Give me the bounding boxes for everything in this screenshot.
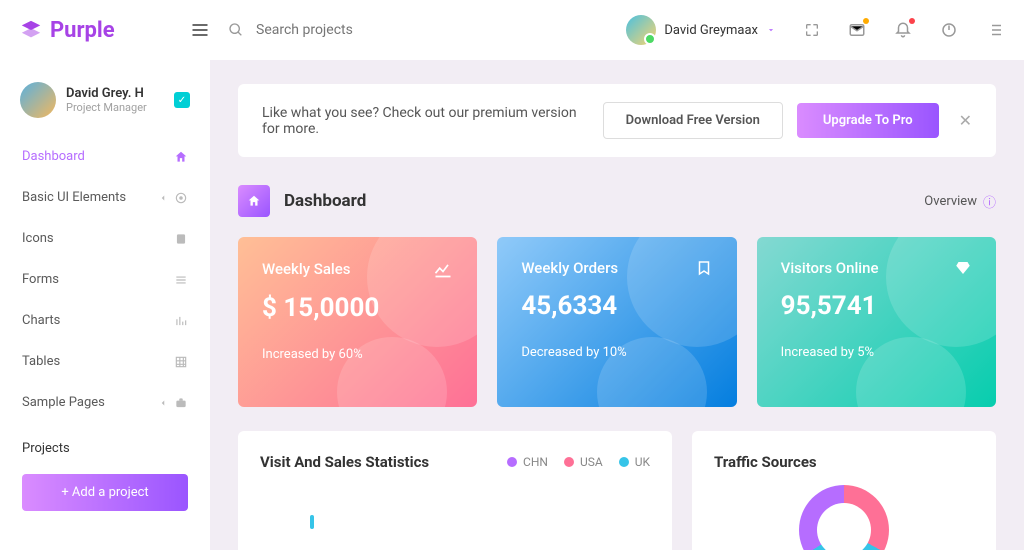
traffic-sources-card: Traffic Sources xyxy=(692,431,996,550)
profile-name: David Grey. H xyxy=(66,86,147,101)
search-input[interactable] xyxy=(256,22,416,38)
sidebar-item-tables[interactable]: Tables xyxy=(0,341,210,382)
bottom-row: Visit And Sales Statistics CHN USA UK Tr… xyxy=(238,431,996,550)
promo-banner: Like what you see? Check out our premium… xyxy=(238,84,996,157)
chart-bar-icon xyxy=(174,314,188,328)
upgrade-pro-button[interactable]: Upgrade To Pro xyxy=(797,103,939,138)
overview-label: Overview xyxy=(924,194,977,209)
card-title: Traffic Sources xyxy=(714,453,817,471)
page-header: Dashboard Overview ⓘ xyxy=(238,185,996,217)
bell-icon[interactable] xyxy=(894,21,912,39)
profile-info: David Grey. H Project Manager xyxy=(66,86,147,114)
contacts-icon xyxy=(174,232,188,246)
sidebar-item-basic-ui[interactable]: Basic UI Elements xyxy=(0,177,210,218)
search-area xyxy=(228,22,626,38)
info-icon: ⓘ xyxy=(983,192,996,211)
nav-label: Icons xyxy=(22,231,54,246)
table-icon xyxy=(174,355,188,369)
promo-text: Like what you see? Check out our premium… xyxy=(262,105,589,137)
user-dropdown[interactable]: David Greymaax xyxy=(626,15,776,45)
layers-icon xyxy=(20,19,42,41)
home-icon xyxy=(238,185,270,217)
menu-toggle-icon[interactable] xyxy=(190,20,210,40)
sidebar-section-projects: Projects xyxy=(0,423,210,456)
search-icon[interactable] xyxy=(228,22,244,38)
sidebar-item-sample-pages[interactable]: Sample Pages xyxy=(0,382,210,423)
bar-chart xyxy=(260,489,650,529)
close-icon[interactable]: ✕ xyxy=(959,111,972,130)
fullscreen-icon[interactable] xyxy=(804,22,820,38)
stat-card-weekly-orders[interactable]: Weekly Orders 45,6334 Decreased by 10% xyxy=(497,237,736,407)
sidebar-item-forms[interactable]: Forms xyxy=(0,259,210,300)
nav-label: Sample Pages xyxy=(22,395,105,410)
stat-label: Visitors Online xyxy=(781,259,879,277)
settings-list-icon[interactable] xyxy=(986,21,1004,39)
top-navbar: Purple David Greymaax xyxy=(0,0,1024,60)
sidebar-item-icons[interactable]: Icons xyxy=(0,218,210,259)
topnav-right: David Greymaax xyxy=(626,15,1004,45)
legend-item-usa[interactable]: USA xyxy=(564,455,603,469)
stat-label: Weekly Sales xyxy=(262,260,351,278)
stat-card-visitors-online[interactable]: Visitors Online 95,5741 Increased by 5% xyxy=(757,237,996,407)
card-title: Visit And Sales Statistics xyxy=(260,453,429,471)
stats-row: Weekly Sales $ 15,0000 Increased by 60% … xyxy=(238,237,996,407)
nav-label: Tables xyxy=(22,354,60,369)
visit-sales-card: Visit And Sales Statistics CHN USA UK xyxy=(238,431,672,550)
mail-icon[interactable] xyxy=(848,21,866,39)
donut-chart xyxy=(799,485,889,550)
legend-item-uk[interactable]: UK xyxy=(619,455,650,469)
avatar xyxy=(20,82,56,118)
nav-label: Basic UI Elements xyxy=(22,190,126,205)
sidebar-item-dashboard[interactable]: Dashboard xyxy=(0,136,210,177)
sidebar-profile[interactable]: David Grey. H Project Manager ✓ xyxy=(0,72,210,136)
download-free-button[interactable]: Download Free Version xyxy=(603,102,783,139)
target-icon xyxy=(174,191,188,205)
nav-label: Charts xyxy=(22,313,60,328)
chart-legend: CHN USA UK xyxy=(507,455,650,469)
sidebar-item-charts[interactable]: Charts xyxy=(0,300,210,341)
stat-label: Weekly Orders xyxy=(521,259,618,277)
verified-badge-icon: ✓ xyxy=(174,92,190,108)
page-title: Dashboard xyxy=(284,191,366,211)
brand-text: Purple xyxy=(50,18,115,43)
chevron-left-icon xyxy=(158,398,168,408)
user-name: David Greymaax xyxy=(664,23,758,38)
add-project-button[interactable]: + Add a project xyxy=(22,474,188,511)
stat-card-weekly-sales[interactable]: Weekly Sales $ 15,0000 Increased by 60% xyxy=(238,237,477,407)
sidebar: David Grey. H Project Manager ✓ Dashboar… xyxy=(0,60,210,550)
overview-link[interactable]: Overview ⓘ xyxy=(924,192,996,211)
avatar xyxy=(626,15,656,45)
nav-label: Dashboard xyxy=(22,149,85,164)
legend-item-chn[interactable]: CHN xyxy=(507,455,548,469)
brand-logo[interactable]: Purple xyxy=(20,18,190,43)
nav-label: Forms xyxy=(22,272,59,287)
power-icon[interactable] xyxy=(940,21,958,39)
list-icon xyxy=(174,273,188,287)
chevron-down-icon xyxy=(766,25,776,35)
briefcase-icon xyxy=(174,396,188,410)
profile-role: Project Manager xyxy=(66,101,147,114)
main-content: Like what you see? Check out our premium… xyxy=(210,60,1024,550)
chevron-left-icon xyxy=(158,193,168,203)
home-icon xyxy=(174,150,188,164)
